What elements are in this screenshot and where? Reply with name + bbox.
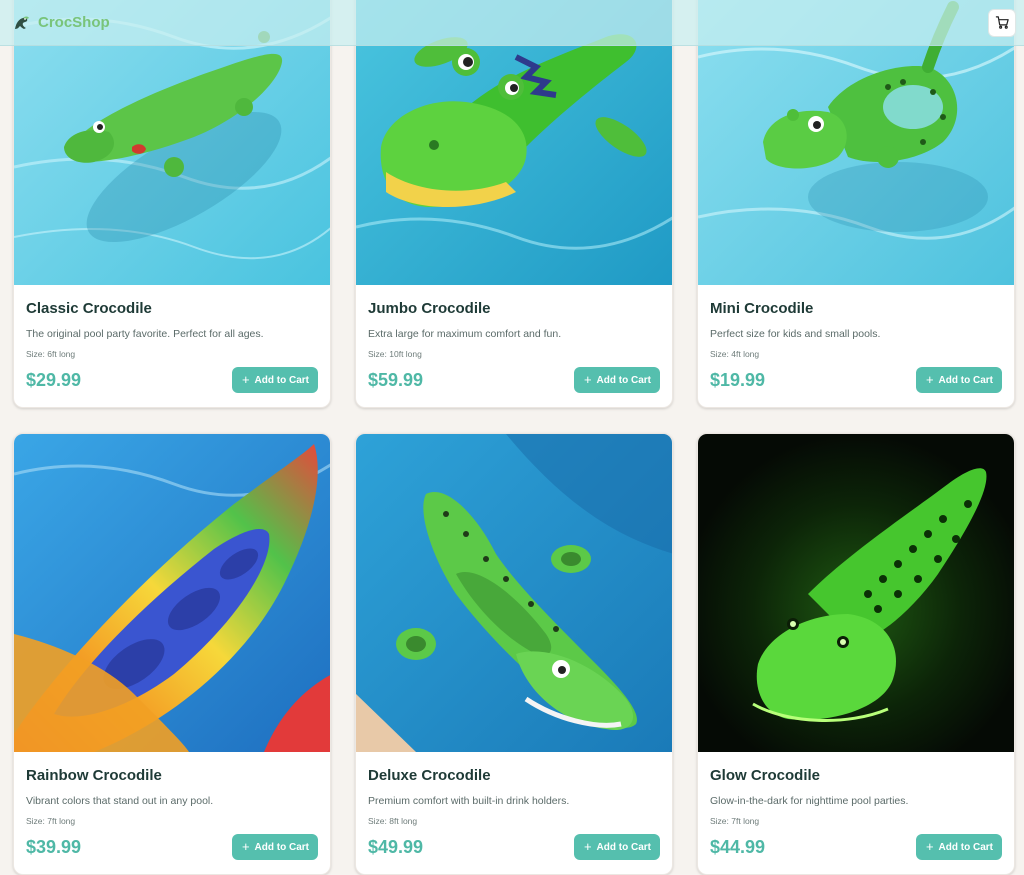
card-footer: $59.99 + Add to Cart [368,367,660,393]
plus-icon: + [241,372,250,387]
product-card: Classic Crocodile The original pool part… [13,0,331,408]
product-price: $29.99 [26,369,82,390]
add-to-cart-button[interactable]: + Add to Cart [573,367,660,393]
card-body: Glow Crocodile Glow-in-the-dark for nigh… [698,752,1014,874]
product-title[interactable]: Mini Crocodile [710,300,1002,317]
product-size: Size: 6ft long [26,349,76,359]
product-size: Size: 10ft long [368,349,422,359]
add-to-cart-label: Add to Cart [254,841,309,853]
product-card: Jumbo Crocodile Extra large for maximum … [355,0,673,408]
card-body: Classic Crocodile The original pool part… [14,285,330,407]
product-title[interactable]: Deluxe Crocodile [368,767,660,784]
crocodile-logo-icon [15,16,29,29]
card-body: Deluxe Crocodile Premium comfort with bu… [356,752,672,874]
product-title[interactable]: Jumbo Crocodile [368,300,660,317]
product-title[interactable]: Classic Crocodile [26,300,318,317]
add-to-cart-label: Add to Cart [938,374,993,386]
product-card: Glow Crocodile Glow-in-the-dark for nigh… [697,433,1015,875]
plus-icon: + [583,372,592,387]
card-footer: $39.99 + Add to Cart [26,834,318,860]
add-to-cart-button[interactable]: + Add to Cart [915,834,1002,860]
product-description: Perfect size for kids and small pools. [710,328,881,340]
add-to-cart-label: Add to Cart [596,374,651,386]
product-description: Vibrant colors that stand out in any poo… [26,795,214,807]
add-to-cart-button[interactable]: + Add to Cart [573,834,660,860]
product-size: Size: 7ft long [710,816,760,826]
product-price: $19.99 [710,369,766,390]
product-price: $44.99 [710,836,766,857]
product-description: Premium comfort with built-in drink hold… [368,795,570,807]
plus-icon: + [925,839,934,854]
add-to-cart-label: Add to Cart [254,374,309,386]
product-card: Mini Crocodile Perfect size for kids and… [697,0,1015,408]
product-card: Rainbow Crocodile Vibrant colors that st… [13,433,331,875]
card-footer: $44.99 + Add to Cart [710,834,1002,860]
product-title[interactable]: Glow Crocodile [710,767,1002,784]
product-description: Glow-in-the-dark for nighttime pool part… [710,795,909,807]
card-footer: $19.99 + Add to Cart [710,367,1002,393]
brand[interactable]: CrocShop [12,13,110,33]
product-title[interactable]: Rainbow Crocodile [26,767,318,784]
add-to-cart-button[interactable]: + Add to Cart [231,834,318,860]
product-image[interactable] [356,434,673,752]
add-to-cart-button[interactable]: + Add to Cart [915,367,1002,393]
card-footer: $29.99 + Add to Cart [26,367,318,393]
product-image[interactable] [14,434,331,752]
add-to-cart-label: Add to Cart [596,841,651,853]
cart-button[interactable] [988,8,1016,37]
add-to-cart-button[interactable]: + Add to Cart [231,367,318,393]
product-card: Deluxe Crocodile Premium comfort with bu… [355,433,673,875]
brand-name: CrocShop [38,14,110,31]
product-price: $59.99 [368,369,424,390]
card-body: Rainbow Crocodile Vibrant colors that st… [14,752,330,874]
product-image[interactable] [698,434,1015,752]
plus-icon: + [241,839,250,854]
card-body: Mini Crocodile Perfect size for kids and… [698,285,1014,407]
product-description: Extra large for maximum comfort and fun. [368,328,562,340]
product-size: Size: 8ft long [368,816,418,826]
product-grid: Classic Crocodile The original pool part… [13,0,1015,875]
cart-icon [995,16,1009,29]
card-body: Jumbo Crocodile Extra large for maximum … [356,285,672,407]
product-size: Size: 4ft long [710,349,760,359]
top-nav: CrocShop [0,0,1024,46]
product-description: The original pool party favorite. Perfec… [26,328,264,340]
card-footer: $49.99 + Add to Cart [368,834,660,860]
plus-icon: + [583,839,592,854]
product-price: $39.99 [26,836,82,857]
add-to-cart-label: Add to Cart [938,841,993,853]
product-price: $49.99 [368,836,424,857]
product-size: Size: 7ft long [26,816,76,826]
plus-icon: + [925,372,934,387]
